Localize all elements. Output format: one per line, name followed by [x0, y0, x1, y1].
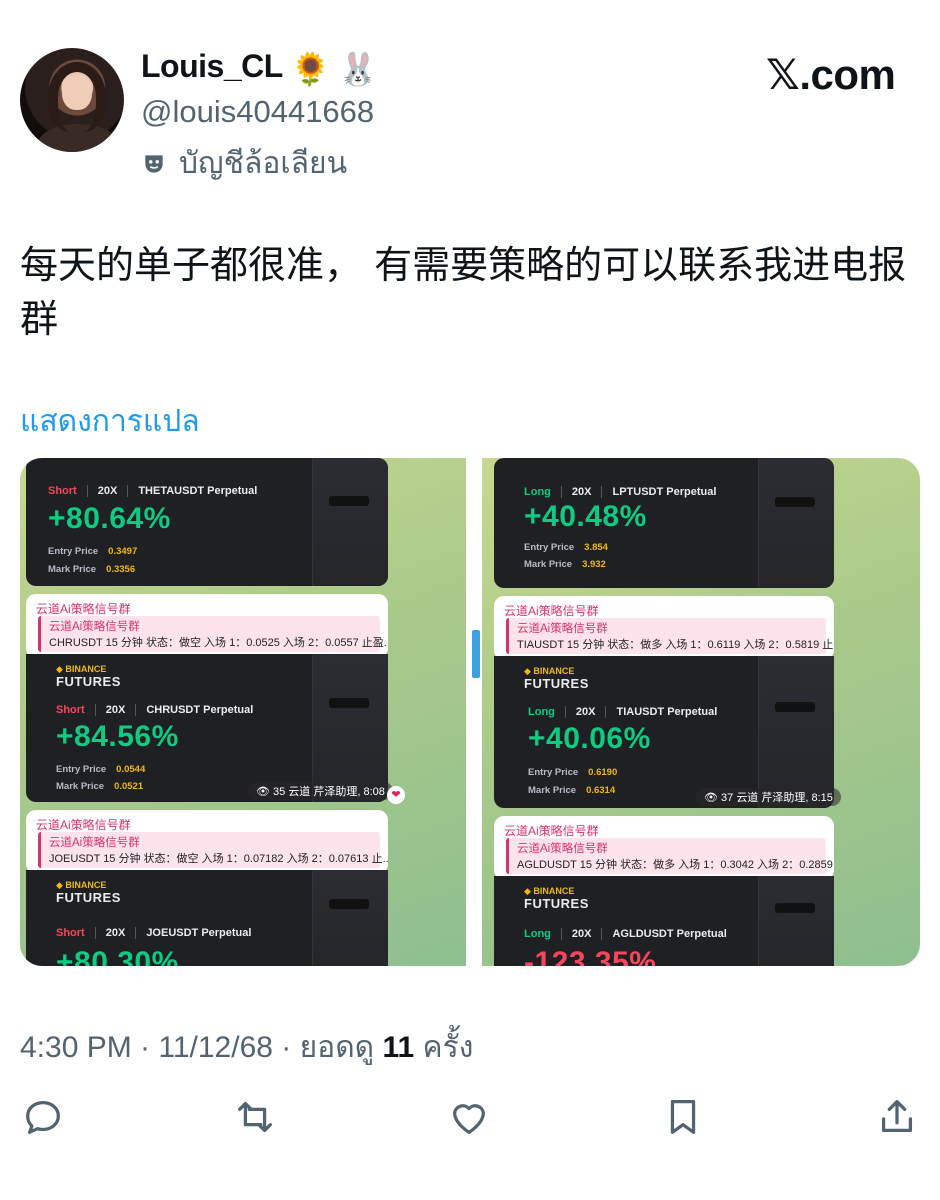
x-com-logo: 𝕏.com [766, 51, 896, 98]
sunflower-emoji-icon: 🌻 [290, 50, 331, 87]
trade-card: ◆ BINANCE FUTURES Long 20X TIAUSDT Perpetua… [494, 656, 834, 808]
theater-mask-icon [145, 154, 163, 173]
author-handle[interactable]: @louis40441668 [141, 94, 374, 130]
bookmark-icon[interactable] [660, 1094, 706, 1140]
message-meta: 👁 37 云道 芹泽助理, 8:15 [696, 788, 841, 806]
pnl-value: +80.30% [56, 946, 179, 966]
reply-icon[interactable] [20, 1094, 66, 1140]
trade-card: ◆ BINANCE FUTURES Short 20X CHRUSDT Perpetu… [26, 654, 388, 802]
media-image-left[interactable]: Short 20X THETAUSDT Perpetual +80.64% Entr… [20, 458, 466, 966]
tweet-timestamp[interactable]: 4:30 PM · 11/12/68 · ยอดดู 11 ครั้ง [20, 1024, 473, 1071]
show-translation-link[interactable]: แสดงการแปล [20, 398, 200, 445]
signal-message: 云道Ai策略信号群 云道Ai策略信号群 JOEUSDT 15 分钟 状态：做空 入… [26, 810, 388, 874]
rabbit-emoji-icon: 🐰 [338, 50, 378, 87]
pnl-value: +80.64% [48, 502, 171, 535]
trade-card: Short 20X THETAUSDT Perpetual +80.64% Entr… [26, 458, 388, 586]
tweet-media[interactable]: Short 20X THETAUSDT Perpetual +80.64% Entr… [20, 458, 920, 966]
pnl-value: -123.35% [524, 946, 657, 966]
heart-reaction-icon[interactable]: ❤ [387, 786, 405, 804]
media-image-right[interactable]: Long 20X LPTUSDT Perpetual +40.48% Entry P… [482, 458, 920, 966]
share-icon[interactable] [874, 1094, 920, 1140]
message-meta: 👁 35 云道 芹泽助理, 8:08 [248, 782, 393, 800]
action-bar [20, 1094, 920, 1144]
pnl-value: +40.06% [528, 722, 651, 755]
parody-account-label: บัญชีล้อเลียน [141, 140, 347, 187]
pnl-value: +84.56% [56, 720, 179, 753]
trade-card: ◆ BINANCE FUTURES Short 20X JOEUSDT Perpetu… [26, 870, 388, 966]
view-count: 11 [382, 1031, 415, 1064]
author-display-name[interactable]: Louis_CL 🌻 🐰 [141, 48, 378, 88]
retweet-icon[interactable] [232, 1094, 278, 1140]
trade-card: Long 20X LPTUSDT Perpetual +40.48% Entry P… [494, 458, 834, 588]
like-icon[interactable] [446, 1094, 492, 1140]
pnl-value: +40.48% [524, 500, 647, 533]
signal-message: 云道Ai策略信号群 云道Ai策略信号群 AGLDUSDT 15 分钟 状态：做多 … [494, 816, 834, 880]
avatar[interactable] [20, 48, 124, 152]
signal-message: 云道Ai策略信号群 云道Ai策略信号群 TIAUSDT 15 分钟 状态：做多 入… [494, 596, 834, 660]
tweet-text: 每天的单子都很准， 有需要策略的可以联系我进电报群 [20, 243, 907, 341]
signal-message: 云道Ai策略信号群 云道Ai策略信号群 CHRUSDT 15 分钟 状态：做空 入… [26, 594, 388, 658]
trade-card: ◆ BINANCE FUTURES Long 20X AGLDUSDT Perpetu… [494, 876, 834, 966]
